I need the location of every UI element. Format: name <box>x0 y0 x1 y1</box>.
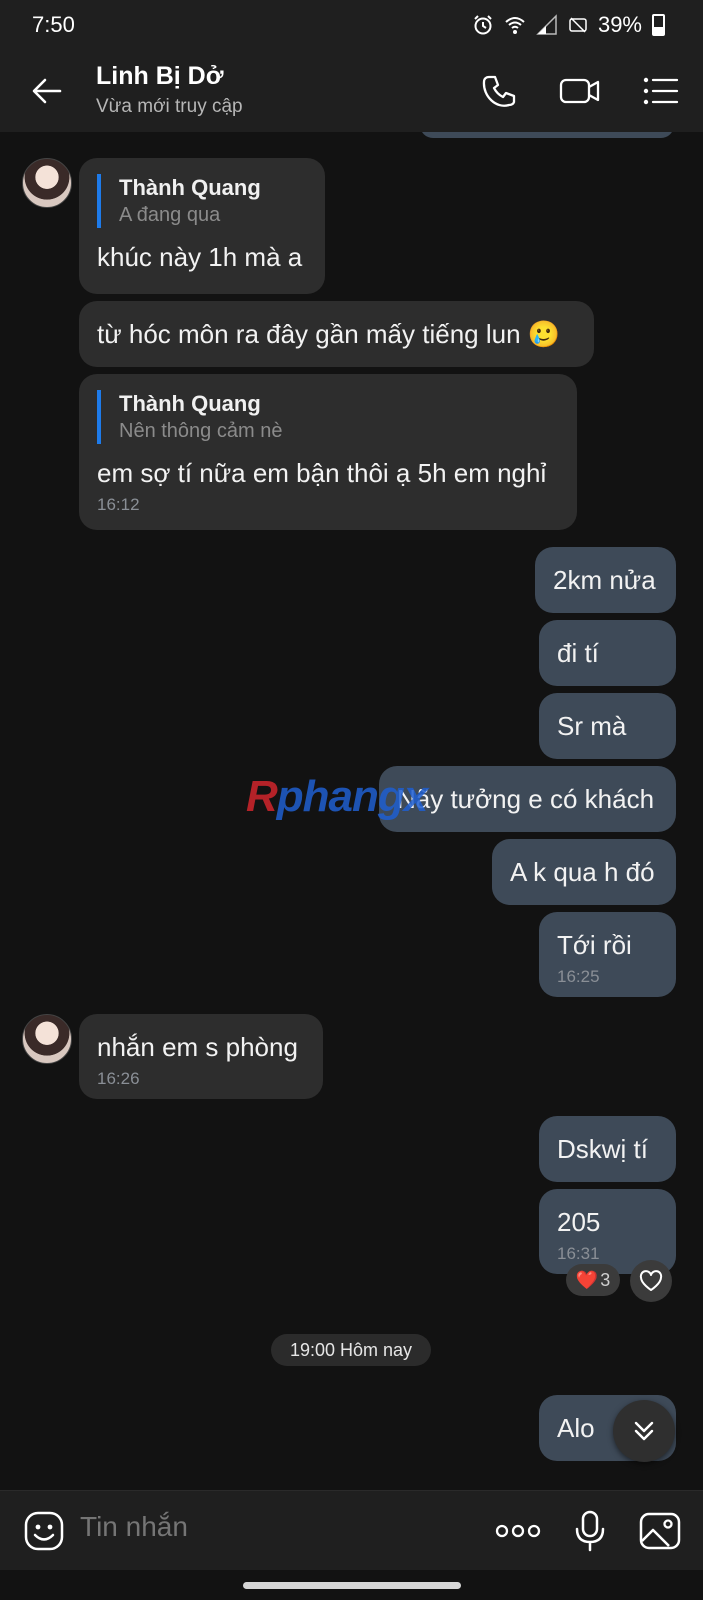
double-chevron-down-icon <box>634 1421 654 1441</box>
quoted-text: Nên thông cảm nè <box>119 420 283 442</box>
message-text: Dskwị tí <box>557 1134 648 1164</box>
message-bubble-4[interactable]: 2km nửa <box>535 547 676 613</box>
message-bubble-1[interactable]: Thành Quang A đang qua khúc này 1h mà a <box>79 158 325 294</box>
last-seen-status: Vừa mới truy cập <box>96 96 243 117</box>
message-text: từ hóc môn ra đây gần mấy tiếng lun 🥲 <box>97 319 561 349</box>
more-dots-icon[interactable] <box>494 1509 542 1553</box>
battery-percent: 39% <box>597 12 642 37</box>
message-input[interactable] <box>80 1511 460 1543</box>
heart-reaction-icon: ❤️ <box>575 1269 599 1290</box>
message-text: Sr mà <box>557 711 627 741</box>
alarm-icon <box>474 15 492 35</box>
sticker-icon[interactable] <box>22 1509 66 1553</box>
message-time: 16:25 <box>557 967 600 986</box>
message-time: 16:26 <box>97 1069 140 1088</box>
like-button[interactable] <box>630 1260 672 1302</box>
message-text: nhắn em s phòng <box>97 1032 298 1062</box>
no-sim-icon <box>569 17 587 33</box>
message-bubble-8[interactable]: A k qua h đó <box>492 839 676 905</box>
battery-icon <box>652 14 665 36</box>
quoted-sender: Thành Quang <box>119 175 261 200</box>
message-bubble-5[interactable]: đi tí <box>539 620 676 686</box>
message-text: đi tí <box>557 638 599 668</box>
wifi-icon <box>505 17 525 34</box>
home-gesture-handle[interactable] <box>243 1582 461 1589</box>
message-composer <box>0 1490 703 1570</box>
contact-name[interactable]: Linh Bị Dở <box>96 62 223 91</box>
status-bar: 7:50 39% <box>0 0 703 50</box>
message-bubble-2[interactable]: từ hóc môn ra đây gần mấy tiếng lun 🥲 <box>79 301 594 367</box>
message-bubble-10[interactable]: nhắn em s phòng 16:26 <box>79 1014 323 1099</box>
system-nav-bar <box>0 1570 703 1600</box>
reaction-count: 3 <box>600 1269 611 1290</box>
quoted-sender: Thành Quang <box>119 391 261 416</box>
back-arrow-icon[interactable] <box>30 74 64 108</box>
message-text: 2km nửa <box>553 565 656 595</box>
image-icon[interactable] <box>638 1509 682 1553</box>
message-bubble-11[interactable]: Dskwị tí <box>539 1116 676 1182</box>
quoted-text: A đang qua <box>119 204 221 226</box>
quoted-reply[interactable]: Thành Quang Nên thông cảm nè <box>97 390 559 444</box>
message-text: Tới rồi <box>557 930 632 960</box>
quoted-reply[interactable]: Thành Quang A đang qua <box>97 174 307 228</box>
phone-icon[interactable] <box>480 72 518 110</box>
microphone-icon[interactable] <box>568 1509 612 1553</box>
message-text: em sợ tí nữa em bận thôi ạ 5h em nghỉ <box>97 458 547 488</box>
scroll-to-bottom-button[interactable] <box>613 1400 675 1462</box>
message-text: khúc này 1h mà a <box>97 242 303 272</box>
status-icons: 39% <box>472 12 665 38</box>
watermark-logo: Rphangx <box>246 772 428 821</box>
heart-outline-icon <box>639 1270 663 1291</box>
chat-header: Linh Bị Dở Vừa mới truy cập <box>0 50 703 132</box>
reaction-badge[interactable]: ❤️ 3 <box>566 1264 620 1296</box>
message-time: 16:12 <box>97 495 140 514</box>
signal-icon <box>536 14 557 35</box>
menu-icon[interactable] <box>642 72 680 110</box>
video-call-icon[interactable] <box>558 72 602 110</box>
message-bubble-3[interactable]: Thành Quang Nên thông cảm nè em sợ tí nữ… <box>79 374 577 530</box>
avatar[interactable] <box>22 158 72 208</box>
date-divider: 19:00 Hôm nay <box>271 1334 431 1366</box>
status-time: 7:50 <box>32 12 75 37</box>
message-text: 205 <box>557 1207 601 1237</box>
message-bubble-9[interactable]: Tới rồi 16:25 <box>539 912 676 997</box>
message-bubble-6[interactable]: Sr mà <box>539 693 676 759</box>
message-text: A k qua h đó <box>510 857 655 887</box>
avatar[interactable] <box>22 1014 72 1064</box>
message-text: Nãy tưởng e có khách <box>397 784 655 814</box>
previous-message-bubble[interactable] <box>420 132 674 138</box>
